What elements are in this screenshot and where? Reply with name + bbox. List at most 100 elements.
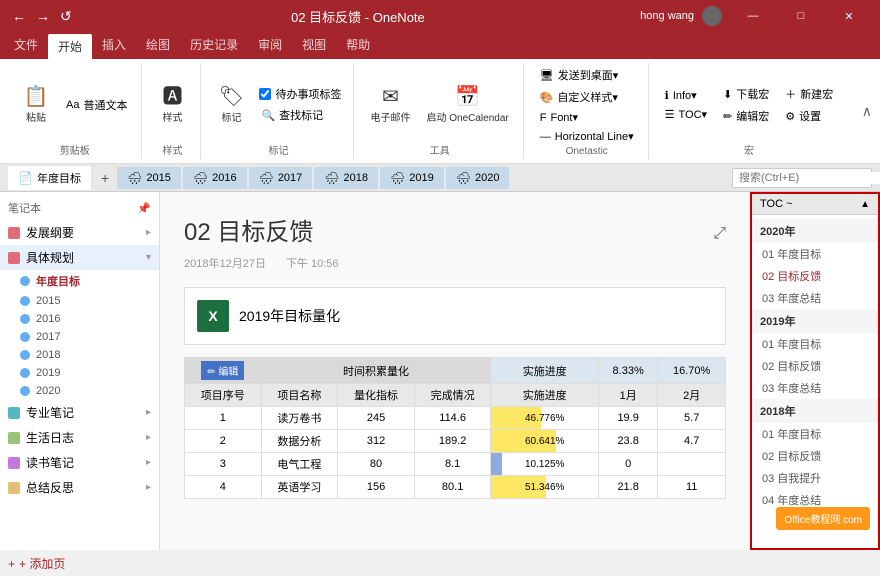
hline-btn[interactable]: ― Horizontal Line▾ [534,128,640,145]
section-2016[interactable]: 2016 [0,310,159,328]
th-m1: 1月 [598,384,657,407]
embedded-label[interactable]: 2019年目标量化 [239,306,340,326]
tab-history[interactable]: 历史记录 [180,32,248,59]
toc-page-2018-01[interactable]: 01 年度目标 [752,423,878,445]
ribbon-content: 📋 粘贴 Aa 普通文本 剪贴板 🅰 样式 样式 [0,59,880,163]
ribbon-tabs: 文件 开始 插入 绘图 历史记录 审阅 视图 帮助 [0,32,880,59]
excel-icon: X [197,300,229,332]
toc-scroll-up-btn[interactable]: ▲ [860,199,870,210]
notebook-item-fazhan[interactable]: 发展纲要 ▸ [0,220,159,245]
undo-btn[interactable]: ↺ [56,6,76,27]
new-macro-btn[interactable]: ＋ 新建宏 [779,84,839,104]
collapse-icon[interactable]: ∧ [862,103,872,120]
toc-page-2019-02[interactable]: 02 目标反馈 [752,355,878,377]
notebook-pin-icon[interactable]: 📌 [137,202,151,215]
cell-target: 245 [338,407,415,430]
cell-progress: 46.776% [491,407,599,430]
section-2017[interactable]: 2017 [0,328,159,346]
tab-file[interactable]: 文件 [4,32,48,59]
tag-label: 标记 [203,142,353,157]
tab-2016[interactable]: 🌧 2016 [183,167,247,189]
th-pct-1: 8.33% [598,358,657,384]
toc-page-2018-03[interactable]: 03 自我提升 [752,467,878,489]
tab-review[interactable]: 审阅 [248,32,292,59]
tab-2018-label: 2018 [344,172,368,184]
settings-btn[interactable]: ⚙ 设置 [779,106,839,126]
toc-page-2018-02[interactable]: 02 目标反馈 [752,445,878,467]
th-target: 量化指标 [338,384,415,407]
cell-name: 英语学习 [261,476,338,499]
todo-tag-btn[interactable]: 待办事项标签 [255,85,345,103]
tab-insert[interactable]: 插入 [92,32,136,59]
tab-home[interactable]: 开始 [48,34,92,59]
section-2015[interactable]: 2015 [0,292,159,310]
tab-2020[interactable]: 🌧 2020 [446,167,510,189]
plain-text-btn[interactable]: Aa 普通文本 [60,95,133,115]
edit-macro-btn[interactable]: ✏ 编辑宏 [717,106,775,126]
tab-2017[interactable]: 🌧 2017 [249,167,313,189]
tab-2015[interactable]: 🌧 2015 [117,167,181,189]
forward-btn[interactable]: → [32,6,54,26]
s2020-dot [20,386,30,396]
tag-btn[interactable]: 🏷 标记 [211,83,251,128]
tab-2017-icon: 🌧 [259,171,274,185]
s2016-label: 2016 [36,313,60,325]
search-box[interactable]: 🔍 [732,168,872,188]
section-2020[interactable]: 2020 [0,382,159,400]
search-input[interactable] [739,172,880,184]
zongjie-arrow: ▸ [146,482,151,493]
edit-button[interactable]: ✏ 编辑 [201,361,244,380]
toc-year-2018: 2018年 [752,399,878,423]
toc-page-2020-03[interactable]: 03 年度总结 [752,287,878,309]
tab-annual-goal[interactable]: 📄 年度目标 [8,166,91,190]
toc-btn[interactable]: ☰ TOC▾ [659,106,713,123]
paste-btn[interactable]: 📋 粘贴 [16,83,56,128]
style-icon: 🎨 [540,91,554,104]
notebook-item-dushu[interactable]: 读书笔记 ▸ [0,450,159,475]
toc-page-2019-03[interactable]: 03 年度总结 [752,377,878,399]
th-name: 项目名称 [261,384,338,407]
find-tag-btn[interactable]: 🔍 查找标记 [255,105,345,125]
maximize-btn[interactable]: □ [778,0,824,32]
styles-btn[interactable]: 🅰 样式 [152,83,192,128]
maximize-page-icon[interactable]: ⤢ [713,225,726,243]
s2019-label: 2019 [36,367,60,379]
notebook-item-zhuanye[interactable]: 专业笔记 ▸ [0,400,159,425]
tab-2015-label: 2015 [146,172,170,184]
th-edit[interactable]: ✏ 编辑 [185,358,262,384]
onenote-calendar-btn[interactable]: 📅 启动 OneCalendar [420,83,514,128]
todo-checkbox[interactable] [259,88,271,100]
toc-page-2020-02[interactable]: 02 目标反馈 [752,265,878,287]
email-btn[interactable]: ✉ 电子邮件 [364,83,416,128]
toc-page-2019-01[interactable]: 01 年度目标 [752,333,878,355]
section-2018[interactable]: 2018 [0,346,159,364]
close-btn[interactable]: ✕ [826,0,872,32]
tab-help[interactable]: 帮助 [336,32,380,59]
notebook-item-juti[interactable]: 具体规划 ▾ [0,245,159,270]
add-tab-btn[interactable]: + [93,166,117,190]
back-btn[interactable]: ← [8,6,30,26]
toc-page-2020-01[interactable]: 01 年度目标 [752,243,878,265]
font-btn[interactable]: F Font▾ [534,109,640,126]
ribbon-collapse-btn[interactable]: ∧ [862,63,872,159]
add-page-btn[interactable]: + + 添加页 [0,550,880,576]
cell-progress: 10.125% [491,453,599,476]
tab-2019[interactable]: 🌧 2019 [380,167,444,189]
notebook-item-zongjie[interactable]: 总结反思 ▸ [0,475,159,500]
download-macro-btn[interactable]: ⬇ 下载宏 [717,84,775,104]
s2015-dot [20,296,30,306]
th-m2: 2月 [658,384,726,407]
info-btn[interactable]: ℹ Info▾ [659,87,713,104]
tab-view[interactable]: 视图 [292,32,336,59]
section-2019[interactable]: 2019 [0,364,159,382]
minimize-btn[interactable]: — [730,0,776,32]
user-avatar [702,6,722,26]
tab-draw[interactable]: 绘图 [136,32,180,59]
notebook-item-shenghuo[interactable]: 生活日志 ▸ [0,425,159,450]
tab-2018[interactable]: 🌧 2018 [314,167,378,189]
section-annual[interactable]: 年度目标 [0,270,159,292]
title-bar: ← → ↺ 02 目标反馈 - OneNote hong wang — □ ✕ [0,0,880,32]
send-desktop-btn[interactable]: 🖥 发送到桌面▾ [534,65,640,85]
custom-style-btn[interactable]: 🎨 自定义样式▾ [534,87,640,107]
shenghuo-label: 生活日志 [26,429,146,446]
